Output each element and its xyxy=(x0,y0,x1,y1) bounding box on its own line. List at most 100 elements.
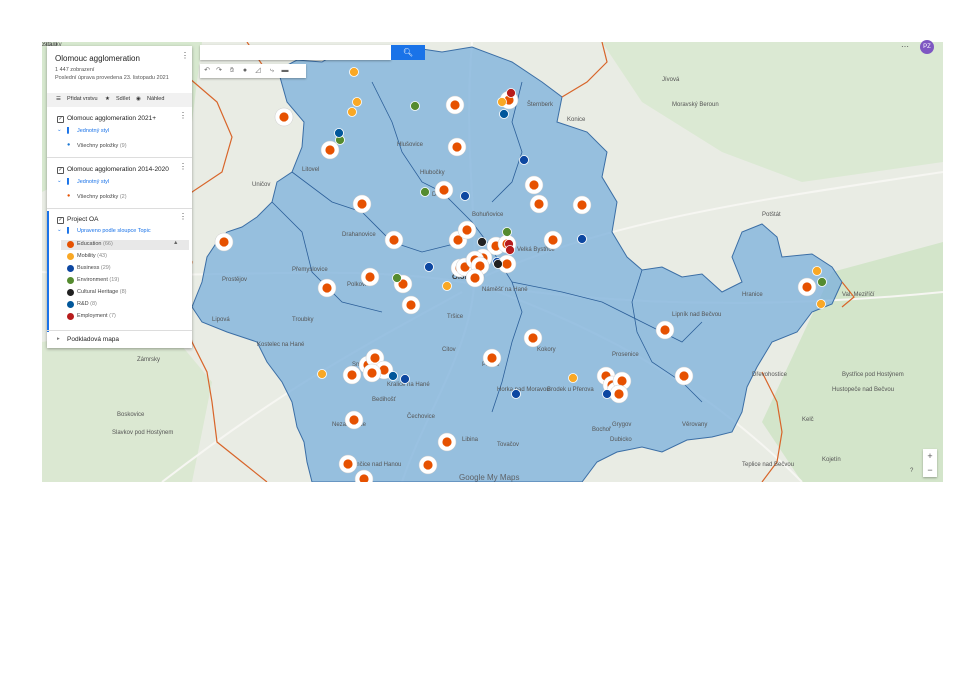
education-marker[interactable] xyxy=(447,137,467,157)
basemap-chevron-icon[interactable]: ▸ xyxy=(57,336,60,342)
search-input[interactable] xyxy=(200,45,391,60)
mobility-marker[interactable] xyxy=(816,299,826,309)
education-marker[interactable] xyxy=(354,469,374,482)
zoom-in-button[interactable]: + xyxy=(923,449,937,463)
education-marker[interactable] xyxy=(465,268,485,288)
education-marker[interactable] xyxy=(342,365,362,385)
layer-style[interactable]: Upraveno podle sloupce Topic xyxy=(77,228,151,234)
education-marker[interactable] xyxy=(401,295,421,315)
education-marker[interactable] xyxy=(524,175,544,195)
cultural-heritage-marker[interactable] xyxy=(477,237,487,247)
category-item[interactable]: Employment (7) xyxy=(77,313,116,319)
layer-name[interactable]: Olomouc agglomeration 2021+ xyxy=(67,115,156,122)
category-item[interactable]: Business (29) xyxy=(77,265,111,271)
category-item[interactable]: Cultural Heritage (8) xyxy=(77,289,127,295)
education-marker[interactable] xyxy=(384,230,404,250)
r-d-marker[interactable] xyxy=(499,109,509,119)
education-marker[interactable] xyxy=(320,140,340,160)
r-d-marker[interactable] xyxy=(334,128,344,138)
basemap-label[interactable]: Podkladová mapa xyxy=(67,336,119,343)
education-marker[interactable] xyxy=(457,220,477,240)
environment-marker[interactable] xyxy=(410,101,420,111)
category-item[interactable]: Mobility (43) xyxy=(77,253,107,259)
education-marker[interactable] xyxy=(655,320,675,340)
zoom-out-button[interactable]: − xyxy=(923,463,937,477)
add-layer-button[interactable]: Přidat vrstvu xyxy=(67,96,98,102)
layer-name[interactable]: Olomouc agglomeration 2014-2020 xyxy=(67,166,169,173)
category-item[interactable]: Education (66) xyxy=(77,241,113,247)
layer-options-icon[interactable]: ⋮ xyxy=(179,163,187,171)
paint-icon[interactable]: ▌ xyxy=(67,228,71,234)
paint-icon[interactable]: ▌ xyxy=(67,128,71,134)
add-marker-icon[interactable]: ● xyxy=(240,66,250,76)
paint-icon[interactable]: ▌ xyxy=(67,179,71,185)
education-marker[interactable] xyxy=(434,180,454,200)
redo-icon[interactable]: ↷ xyxy=(214,66,224,76)
education-marker[interactable] xyxy=(274,107,294,127)
business-marker[interactable] xyxy=(511,389,521,399)
employment-marker[interactable] xyxy=(506,88,516,98)
education-marker[interactable] xyxy=(609,384,629,404)
draw-line-icon[interactable]: ◿ xyxy=(253,66,263,76)
mobility-marker[interactable] xyxy=(497,97,507,107)
help-button[interactable]: ? xyxy=(910,468,913,474)
avatar[interactable]: PZ xyxy=(920,40,934,54)
education-marker[interactable] xyxy=(362,363,382,383)
education-marker[interactable] xyxy=(352,194,372,214)
business-marker[interactable] xyxy=(577,234,587,244)
education-marker[interactable] xyxy=(482,348,502,368)
directions-icon[interactable]: ⤷ xyxy=(267,66,277,76)
business-marker[interactable] xyxy=(602,389,612,399)
all-items-label[interactable]: Všechny položky (2) xyxy=(77,194,127,200)
education-marker[interactable] xyxy=(797,277,817,297)
mobility-marker[interactable] xyxy=(317,369,327,379)
mobility-marker[interactable] xyxy=(347,107,357,117)
education-marker[interactable] xyxy=(572,195,592,215)
education-marker[interactable] xyxy=(338,454,358,474)
business-marker[interactable] xyxy=(460,191,470,201)
layer-options-icon[interactable]: ⋮ xyxy=(179,112,187,120)
category-item[interactable]: R&D (8) xyxy=(77,301,97,307)
layer-name[interactable]: Project OA xyxy=(67,216,98,223)
business-marker[interactable] xyxy=(400,374,410,384)
education-marker[interactable] xyxy=(437,432,457,452)
hand-icon[interactable]: ✋︎ xyxy=(227,66,237,76)
chevron-down-icon[interactable]: ⌄ xyxy=(57,178,62,184)
preview-button[interactable]: Náhled xyxy=(147,96,164,102)
category-item[interactable]: Environment (19) xyxy=(77,277,119,283)
map-title[interactable]: Olomouc agglomeration xyxy=(55,54,140,63)
share-button[interactable]: Sdílet xyxy=(116,96,130,102)
education-marker[interactable] xyxy=(523,328,543,348)
r-d-marker[interactable] xyxy=(388,371,398,381)
education-marker[interactable] xyxy=(344,410,364,430)
environment-marker[interactable] xyxy=(817,277,827,287)
education-marker[interactable] xyxy=(674,366,694,386)
education-marker[interactable] xyxy=(445,95,465,115)
business-marker[interactable] xyxy=(519,155,529,165)
education-marker[interactable] xyxy=(418,455,438,475)
undo-icon[interactable]: ↶ xyxy=(202,66,212,76)
add-layer-icon[interactable]: ☰ xyxy=(56,96,61,102)
style-bucket-icon[interactable]: ▲ xyxy=(173,240,178,246)
business-marker[interactable] xyxy=(424,262,434,272)
mobility-marker[interactable] xyxy=(352,97,362,107)
layer-style[interactable]: Jednotný styl xyxy=(77,128,109,134)
measure-icon[interactable]: ▬ xyxy=(280,66,290,76)
chevron-down-icon[interactable]: ⌄ xyxy=(57,127,62,133)
education-marker[interactable] xyxy=(214,232,234,252)
environment-marker[interactable] xyxy=(392,273,402,283)
education-marker[interactable] xyxy=(543,230,563,250)
layer-checkbox[interactable]: ✓ xyxy=(57,116,64,123)
mobility-marker[interactable] xyxy=(349,67,359,77)
education-marker[interactable] xyxy=(317,278,337,298)
chevron-down-icon[interactable]: ⌄ xyxy=(57,227,62,233)
apps-grid-icon[interactable]: ⋯ xyxy=(901,42,909,51)
environment-marker[interactable] xyxy=(502,227,512,237)
education-marker[interactable] xyxy=(529,194,549,214)
more-options-icon[interactable]: ⋮ xyxy=(181,52,189,60)
mobility-marker[interactable] xyxy=(568,373,578,383)
layer-checkbox[interactable]: ✓ xyxy=(57,217,64,224)
mobility-marker[interactable] xyxy=(442,281,452,291)
environment-marker[interactable] xyxy=(420,187,430,197)
layer-options-icon[interactable]: ⋮ xyxy=(179,213,187,221)
